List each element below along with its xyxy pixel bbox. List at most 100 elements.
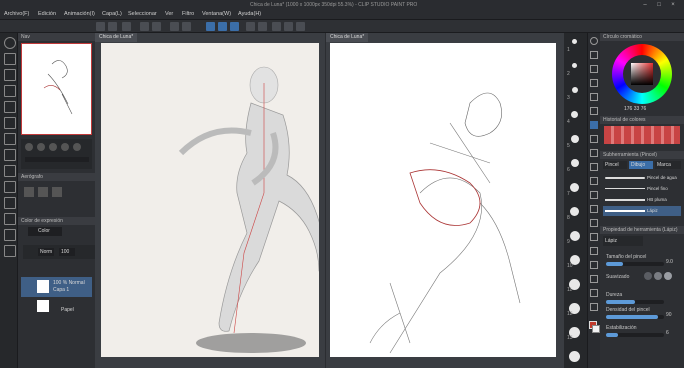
size-dot[interactable] (570, 231, 580, 241)
tab-dibujo[interactable]: Dibujo (629, 161, 653, 169)
hardness-slider[interactable] (606, 300, 664, 304)
book-icon[interactable] (4, 133, 16, 145)
clear-icon[interactable] (140, 22, 149, 31)
close-button[interactable]: × (668, 2, 678, 10)
spray-icon[interactable] (38, 187, 48, 197)
color-mode-select[interactable]: Color (28, 227, 62, 236)
canvas-area[interactable] (101, 43, 328, 357)
saturation-square[interactable] (631, 63, 653, 85)
pencil-tool-icon[interactable] (590, 121, 598, 129)
balloon-tool-icon[interactable] (590, 289, 598, 297)
brush-tool-icon[interactable] (590, 135, 598, 143)
menu-edit[interactable]: Edición (38, 11, 56, 17)
ruler-tool-icon[interactable] (590, 261, 598, 269)
page-icon[interactable] (4, 69, 16, 81)
pen-icon[interactable] (4, 149, 16, 161)
eyedropper-tool-icon[interactable] (590, 93, 598, 101)
snap-ruler-icon[interactable] (206, 22, 215, 31)
menu-view[interactable]: Ver (165, 11, 173, 17)
undo-icon[interactable] (170, 22, 179, 31)
smoothing-option-icon[interactable] (654, 272, 662, 280)
density-slider[interactable] (606, 315, 664, 319)
figure-tool-icon[interactable] (590, 233, 598, 241)
cut-icon[interactable] (152, 22, 161, 31)
size-dot[interactable] (572, 39, 577, 44)
zoom-icon[interactable] (4, 37, 16, 49)
transform-icon[interactable] (246, 22, 255, 31)
zoom-tool-icon[interactable] (590, 37, 598, 45)
layer-row[interactable]: 100 % Normal Capa 1 (21, 277, 92, 297)
airbrush-tool-icon[interactable] (590, 149, 598, 157)
brush-item[interactable]: HB pluma (603, 195, 681, 205)
bucket-icon[interactable] (296, 22, 305, 31)
brush-item[interactable]: Pincel de agua (603, 173, 681, 183)
menu-animation[interactable]: Animación(I) (64, 11, 95, 17)
decoration-tool-icon[interactable] (590, 163, 598, 171)
sub-color-swatch[interactable] (592, 325, 600, 333)
frame-tool-icon[interactable] (590, 247, 598, 255)
redo-icon[interactable] (182, 22, 191, 31)
menu-window[interactable]: Ventana(W) (202, 11, 231, 17)
size-dot[interactable] (570, 183, 579, 192)
zoom-in-icon[interactable] (37, 143, 45, 151)
select-tool-icon[interactable] (590, 65, 598, 73)
text-tool-icon[interactable] (590, 275, 598, 283)
menu-layer[interactable]: Capa(L) (102, 11, 122, 17)
correct-line-tool-icon[interactable] (590, 303, 598, 311)
size-dot[interactable] (570, 207, 579, 216)
color-history-grid[interactable] (604, 126, 680, 144)
navigator-zoom-slider[interactable] (25, 157, 89, 162)
tab-canvas-a[interactable]: Chica de Luna* (95, 33, 138, 42)
lasso-tool-icon[interactable] (590, 79, 598, 87)
folder2-icon[interactable] (4, 213, 16, 225)
minimize-button[interactable]: – (640, 2, 650, 10)
menu-filter[interactable]: Filtro (182, 11, 194, 17)
blend-mode-select[interactable]: Norm (38, 248, 54, 256)
eraser-tool-icon[interactable] (590, 177, 598, 185)
blend-tool-icon[interactable] (590, 191, 598, 199)
document-icon[interactable] (4, 101, 16, 113)
save-icon[interactable] (122, 22, 131, 31)
size-dot[interactable] (572, 63, 577, 68)
pen-tool-icon[interactable] (590, 107, 598, 115)
stabilization-slider[interactable] (606, 333, 664, 337)
smoothing-option-icon[interactable] (664, 272, 672, 280)
frame-icon[interactable] (4, 85, 16, 97)
tab-canvas-b[interactable]: Chica de Luna* (326, 33, 369, 42)
layer-row[interactable]: Papel (21, 298, 92, 314)
text-icon[interactable] (4, 245, 16, 257)
texture-icon[interactable] (52, 187, 62, 197)
snap-grid-icon[interactable] (230, 22, 239, 31)
navigator-thumbnail[interactable] (21, 43, 92, 135)
smoothing-option-icon[interactable] (644, 272, 652, 280)
menu-file[interactable]: Archivo(F) (4, 11, 29, 17)
fill-tool-icon[interactable] (590, 205, 598, 213)
ruler-icon[interactable] (4, 229, 16, 241)
star-icon[interactable] (284, 22, 293, 31)
zoom-out-icon[interactable] (25, 143, 33, 151)
shape-icon[interactable] (4, 197, 16, 209)
airbrush-icon[interactable] (24, 187, 34, 197)
fit-icon[interactable] (49, 143, 57, 151)
sketch-canvas[interactable] (330, 43, 556, 357)
move-tool-icon[interactable] (590, 51, 598, 59)
rotate-icon[interactable] (61, 143, 69, 151)
size-dot[interactable] (571, 111, 578, 118)
menu-select[interactable]: Seleccionar (128, 11, 157, 17)
new-icon[interactable] (96, 22, 105, 31)
gradient-tool-icon[interactable] (590, 219, 598, 227)
type-icon[interactable] (4, 165, 16, 177)
tab-pincel[interactable]: Pincel (603, 161, 627, 169)
size-dot[interactable] (571, 159, 579, 167)
tab-marca[interactable]: Marca (655, 161, 681, 169)
brush-size-slider[interactable] (606, 262, 664, 266)
flip-icon[interactable] (73, 143, 81, 151)
brush-item-selected[interactable]: Lápiz (603, 206, 681, 216)
open-icon[interactable] (108, 22, 117, 31)
selection-icon[interactable] (258, 22, 267, 31)
size-dot[interactable] (572, 87, 578, 93)
brush-item[interactable]: Pincel fino (603, 184, 681, 194)
maximize-button[interactable]: □ (654, 2, 664, 10)
folder-icon[interactable] (4, 117, 16, 129)
menu-help[interactable]: Ayuda(H) (238, 11, 261, 17)
